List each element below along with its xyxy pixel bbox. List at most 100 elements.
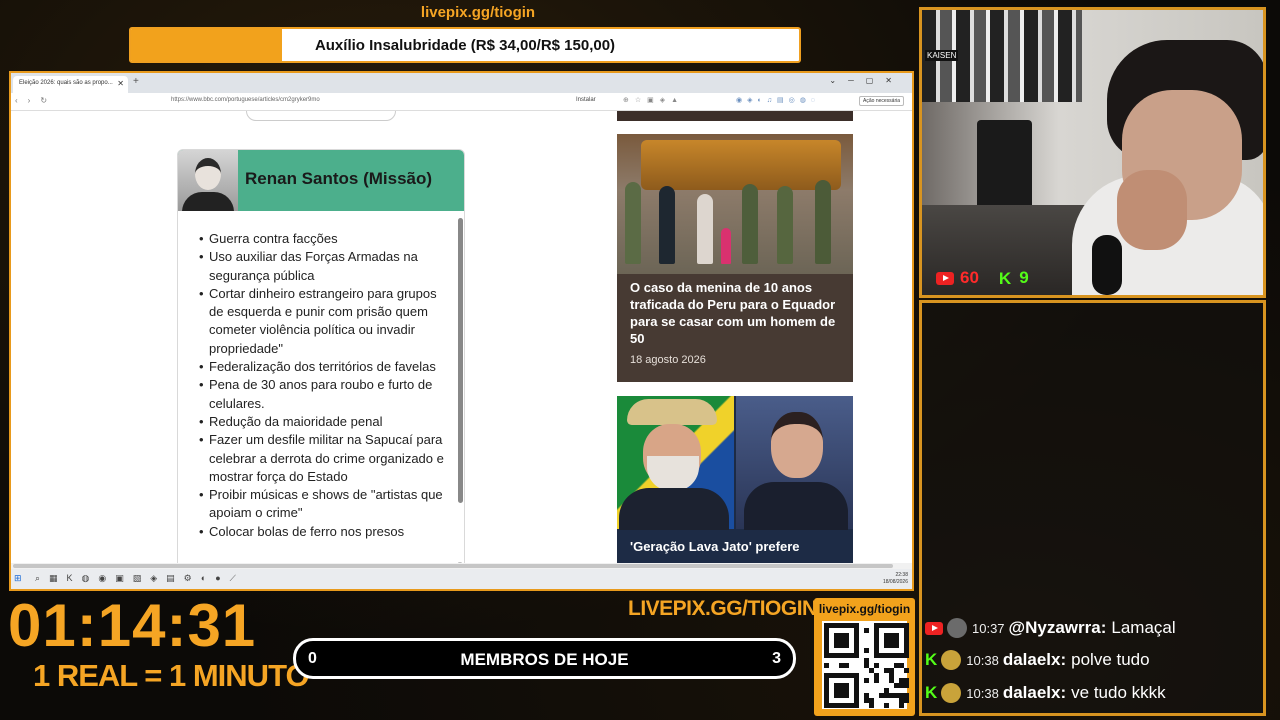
qr-module <box>894 643 899 648</box>
webcam-person-hand <box>1117 170 1187 250</box>
qr-module <box>844 643 849 648</box>
kick-viewers: 9 <box>1019 268 1029 287</box>
qr-module <box>864 678 869 683</box>
photo-person <box>815 180 831 264</box>
proposal-item: Redução da maioridade penal <box>188 413 453 432</box>
new-tab-icon[interactable]: + <box>133 76 139 87</box>
qr-module <box>864 628 869 633</box>
captured-desktop: Eleição 2026: quais são as propo... ✕ + … <box>9 71 914 591</box>
youtube-icon <box>936 272 954 286</box>
subathon-timer: 01:14:31 <box>8 592 257 659</box>
candidate-card: Renan Santos (Missão) Guerra contra facç… <box>177 149 465 563</box>
qr-module <box>844 693 849 698</box>
install-button[interactable]: Instalar <box>576 97 596 103</box>
tab-close-icon[interactable]: ✕ <box>117 79 124 88</box>
proposal-item: Cortar dinheiro estrangeiro para grupos … <box>188 285 453 358</box>
qr-module <box>904 683 909 688</box>
goal-text: Auxílio Insalubridade (R$ 34,00/R$ 150,0… <box>314 36 616 54</box>
youtube-icon <box>925 621 943 635</box>
chat-text: ve tudo kkkk <box>1071 683 1166 702</box>
news-title[interactable]: 'Geração Lava Jato' prefere <box>630 538 845 555</box>
members-counter: 0 MEMBROS DE HOJE 3 <box>293 638 796 679</box>
windows-start-icon[interactable]: ⊞ <box>14 573 22 584</box>
news-card[interactable]: O caso da menina de 10 anos traficada do… <box>617 134 853 382</box>
address-bar[interactable]: https://www.bbc.com/portuguese/articles/… <box>171 97 531 108</box>
qr-module <box>874 663 879 668</box>
taskbar-app-icons[interactable]: ⌕▦K◍◉▣▧◈▤⚙◐●⟋ <box>35 573 245 584</box>
webcam-frame: KAISEN 60 K 9 <box>919 7 1266 298</box>
chat-time: 10:38 <box>966 652 999 668</box>
chat-username: dalaelx: <box>1002 650 1067 669</box>
qr-module <box>884 703 889 708</box>
photo-head <box>195 158 221 190</box>
members-label: MEMBROS DE HOJE <box>460 650 629 669</box>
chat-message: 10:37 @Nyzawrra: Lamaçal <box>925 615 1176 641</box>
qr-module <box>869 703 874 708</box>
browser-tab[interactable]: Eleição 2026: quais são as propo... ✕ <box>13 76 128 93</box>
clock-date: 18/08/2026 <box>882 579 908 585</box>
kick-icon: K <box>925 683 938 702</box>
proposal-item: Proibir músicas e shows de "artistas que… <box>188 486 453 523</box>
qr-module <box>899 703 904 708</box>
chat-time: 10:37 <box>972 620 1005 636</box>
viewer-stats: 60 K 9 <box>936 268 1029 289</box>
photo-hat <box>627 399 717 425</box>
browser-tabbar: Eleição 2026: quais são as propo... ✕ + … <box>11 73 912 93</box>
photo-face <box>771 412 823 478</box>
chat-avatar <box>941 650 962 670</box>
photo-body <box>182 192 234 211</box>
youtube-viewers: 60 <box>960 268 979 287</box>
news-title[interactable]: O caso da menina de 10 anos traficada do… <box>630 279 842 347</box>
photo-suit <box>619 488 729 530</box>
poster-logo-image: KAISEN <box>925 50 959 61</box>
proposal-item: Uso auxiliar das Forças Armadas na segur… <box>188 248 453 285</box>
candidate-card-header: Renan Santos (Missão) <box>178 150 464 211</box>
chat-message: K 10:38 dalaelx: polve tudo <box>925 647 1150 673</box>
card-scrollbar[interactable] <box>458 218 463 503</box>
qr-module <box>844 663 849 668</box>
proposal-item: Pena de 30 anos para roubo e furto de ce… <box>188 376 453 413</box>
proposal-item: Fazer um desfile militar na Sapucaí para… <box>188 431 453 486</box>
photo-beard <box>647 456 699 491</box>
kick-icon: K <box>998 268 1012 288</box>
scrollbar-thumb[interactable] <box>13 564 893 568</box>
qr-module <box>854 703 859 708</box>
members-right-count: 3 <box>772 650 781 667</box>
chat-username: @Nyzawrra: <box>1008 618 1107 637</box>
taskbar: ⊞ ⌕▦K◍◉▣▧◈▤⚙◐●⟋ 22:38 18/08/2026 <box>11 569 912 589</box>
chat-message: K 10:38 dalaelx: ve tudo kkkk <box>925 680 1166 706</box>
candidate-name: Renan Santos (Missão) <box>245 169 433 188</box>
proposal-list: Guerra contra facções Uso auxiliar das F… <box>188 230 453 541</box>
photo-person <box>777 186 793 264</box>
qr-module <box>824 663 829 668</box>
browser-toolbar: ‹›↻ https://www.bbc.com/portuguese/artic… <box>11 93 912 111</box>
qr-label: livepix.gg/tiogin <box>818 602 911 616</box>
qr-module <box>904 668 909 673</box>
news-card[interactable]: 'Geração Lava Jato' prefere <box>617 396 853 563</box>
news-image-strip <box>617 111 853 121</box>
qr-module <box>854 653 859 658</box>
chat-text: polve tudo <box>1071 650 1150 669</box>
page-pill-button[interactable] <box>246 111 396 121</box>
proposal-item: Federalização dos territórios de favelas <box>188 358 453 377</box>
web-page: Renan Santos (Missão) Guerra contra facç… <box>11 111 912 563</box>
qr-code <box>822 621 909 709</box>
action-needed-button[interactable]: Ação necessária <box>859 96 904 106</box>
photo-person <box>721 228 731 264</box>
qr-module <box>904 653 909 658</box>
photo-suit <box>744 482 848 530</box>
chat-time: 10:38 <box>966 685 999 701</box>
candidate-photo <box>178 150 238 211</box>
extension-icons[interactable]: ◉◈◐♫▤◎◍◌ <box>736 96 820 104</box>
kick-icon: K <box>925 650 938 669</box>
qr-module <box>904 698 909 703</box>
toolbar-icons[interactable]: ⊕☆▣◈▲ <box>623 96 684 104</box>
chat-avatar <box>941 683 962 703</box>
window-controls[interactable]: ⌄─▢✕ <box>829 76 904 85</box>
proposal-item: Colocar bolas de ferro nos presos <box>188 523 453 542</box>
photo-person <box>625 182 641 264</box>
taskbar-clock[interactable]: 22:38 18/08/2026 <box>883 572 908 586</box>
news-photo-left <box>617 396 734 530</box>
chat-text: Lamaçal <box>1111 618 1176 637</box>
nav-buttons[interactable]: ‹›↻ <box>15 96 57 105</box>
